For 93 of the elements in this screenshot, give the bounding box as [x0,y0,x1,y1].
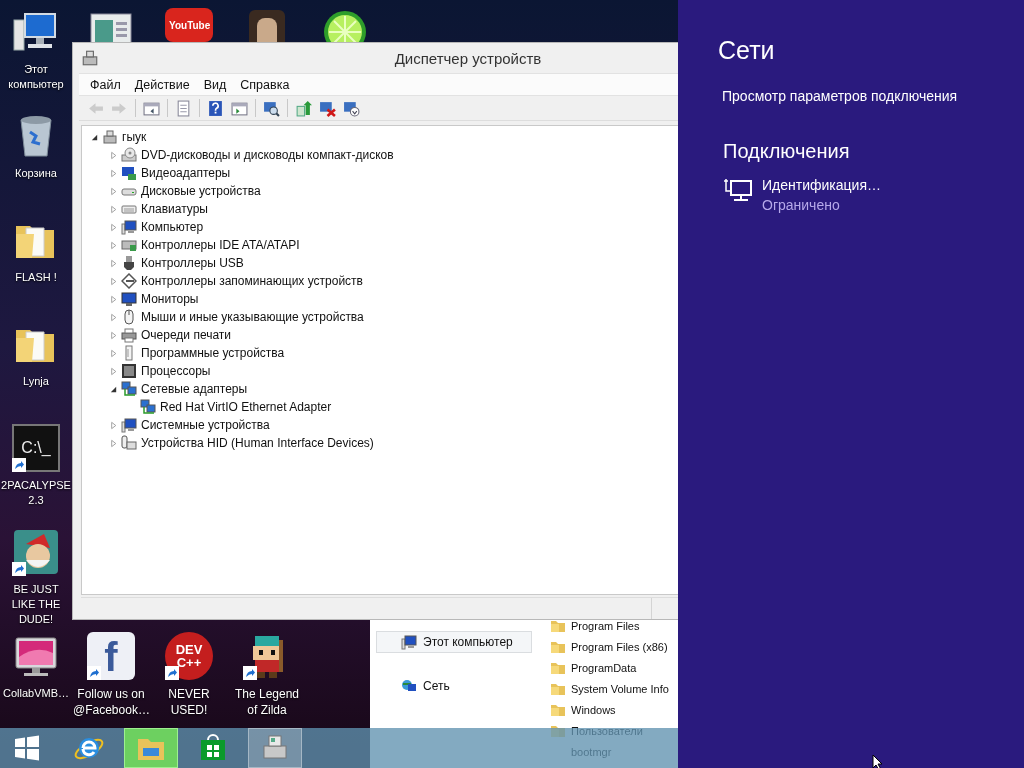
connection-name[interactable]: Идентификация… [762,175,881,195]
input-device-icon [121,435,137,451]
tree-item[interactable]: Очереди печати [140,328,232,342]
tree-item[interactable]: Мыши и иные указывающие устройства [140,310,364,324]
collapse-arrow-icon[interactable] [90,132,99,142]
facebook-logo[interactable]: f [87,632,135,680]
file-name[interactable]: Program Files [571,619,640,632]
expand-arrow-icon[interactable] [109,186,118,196]
network-adapter-icon [140,399,156,415]
tree-item[interactable]: Сетевые адаптеры [140,382,248,396]
menu-item[interactable]: Файл [83,75,128,94]
tree-item[interactable]: гыук [121,130,147,144]
optical-drive-icon [121,147,137,163]
tree-item[interactable]: Устройства HID (Human Interface Devices) [140,436,374,450]
tree-item[interactable]: DVD-дисководы и дисководы компакт-дисков [140,148,394,162]
icon-label[interactable]: Follow us on @Facebook… [73,686,149,718]
expand-arrow-icon[interactable] [109,240,118,250]
computer-icon [121,417,137,433]
controller-card-icon [121,237,137,253]
expand-arrow-icon[interactable] [109,348,118,358]
icon-label[interactable]: Корзина [15,166,57,181]
tree-item[interactable]: Программные устройства [140,346,285,360]
file-name[interactable]: Windows [571,703,616,716]
connection-status: Ограничено [762,196,841,215]
icon-label[interactable]: Этот компьютер [1,62,71,92]
tree-item[interactable]: Процессоры [140,364,211,378]
network-adapter-icon [121,381,137,397]
section-heading: Подключения [723,140,851,163]
computer-icon [102,129,118,145]
expand-arrow-icon[interactable] [109,204,118,214]
icon-label[interactable]: FLASH ! [15,270,57,285]
disable-device-icon[interactable] [319,99,336,117]
tree-item[interactable]: Клавиатуры [140,202,208,216]
expand-arrow-icon[interactable] [109,420,118,430]
display-adapter-icon [121,165,137,181]
usb-plug-icon [121,255,137,271]
expand-arrow-icon[interactable] [109,330,118,340]
nav-item[interactable]: Этот компьютер [376,631,532,653]
tree-item[interactable]: Red Hat VirtIO Ethernet Adapter [159,400,332,414]
expand-arrow-icon[interactable] [109,294,118,304]
expand-arrow-icon[interactable] [109,366,118,376]
youtube-logo[interactable]: YouTube [165,8,213,42]
monitor-icon [121,291,137,307]
tree-item[interactable]: Системные устройства [140,418,270,432]
expand-arrow-icon[interactable] [109,312,118,322]
window-title: Диспетчер устройств [394,49,542,67]
tree-item[interactable]: Контроллеры USB [140,256,244,270]
tree-item[interactable]: Компьютер [140,220,204,234]
processor-chip-icon [121,363,137,379]
menu-item[interactable]: Справка [233,75,297,94]
nav-item[interactable]: Сеть [376,675,532,697]
monitor-magnifier-icon[interactable] [263,99,280,117]
printer-icon [121,327,137,343]
tree-item[interactable]: Видеоадаптеры [140,166,231,180]
document-icon[interactable] [175,99,192,117]
computer-icon [401,634,417,650]
icon-label[interactable]: 2PACALYPSE 2.3 [1,478,71,508]
uninstall-device-icon[interactable] [343,99,360,117]
expand-arrow-icon[interactable] [109,150,118,160]
dev-cpp-logo[interactable]: DEV C++ [165,632,213,680]
diamond-arrow-icon [121,273,137,289]
tree-item[interactable]: Контроллеры запоминающих устройств [140,274,363,288]
collapse-arrow-icon[interactable] [109,384,118,394]
expand-arrow-icon[interactable] [109,168,118,178]
command-prompt-logo[interactable]: C:\_ [12,424,60,472]
file-name[interactable]: ProgramData [571,661,637,674]
help-icon[interactable] [207,99,224,117]
expand-arrow-icon[interactable] [109,276,118,286]
tree-item[interactable]: Контроллеры IDE ATA/ATAPI [140,238,300,252]
expand-arrow-icon[interactable] [109,438,118,448]
tree-item[interactable]: Дисковые устройства [140,184,261,198]
taskbar-button[interactable] [124,728,178,768]
tree-item[interactable]: Мониторы [140,292,199,306]
device-manager-icon [81,49,99,67]
icon-label[interactable]: The Legend of Zilda [229,686,305,718]
network-globe-icon [401,678,417,694]
computer-icon [121,219,137,235]
mouse-icon [121,309,137,325]
settings-link[interactable]: Просмотр параметров подключения [722,88,1004,104]
flyout-title: Сети [718,35,776,66]
menu-item[interactable]: Действие [127,75,197,94]
file-name[interactable]: Program Files (x86) [571,640,668,653]
icon-label[interactable]: BE JUST LIKE THE DUDE! [1,582,71,627]
expand-arrow-icon[interactable] [109,258,118,268]
expand-arrow-icon[interactable] [109,222,118,232]
icon-label[interactable]: Lynja [23,374,49,389]
mouse-pointer-icon [872,754,884,768]
icon-label[interactable]: NEVER USED! [151,686,227,718]
menu-item[interactable]: Вид [196,75,234,94]
file-name[interactable]: System Volume Info [571,682,669,695]
update-driver-icon[interactable] [295,99,312,117]
cartoon-elf-icon[interactable] [12,528,60,576]
icon-label[interactable]: CollabVMB… [3,686,69,701]
